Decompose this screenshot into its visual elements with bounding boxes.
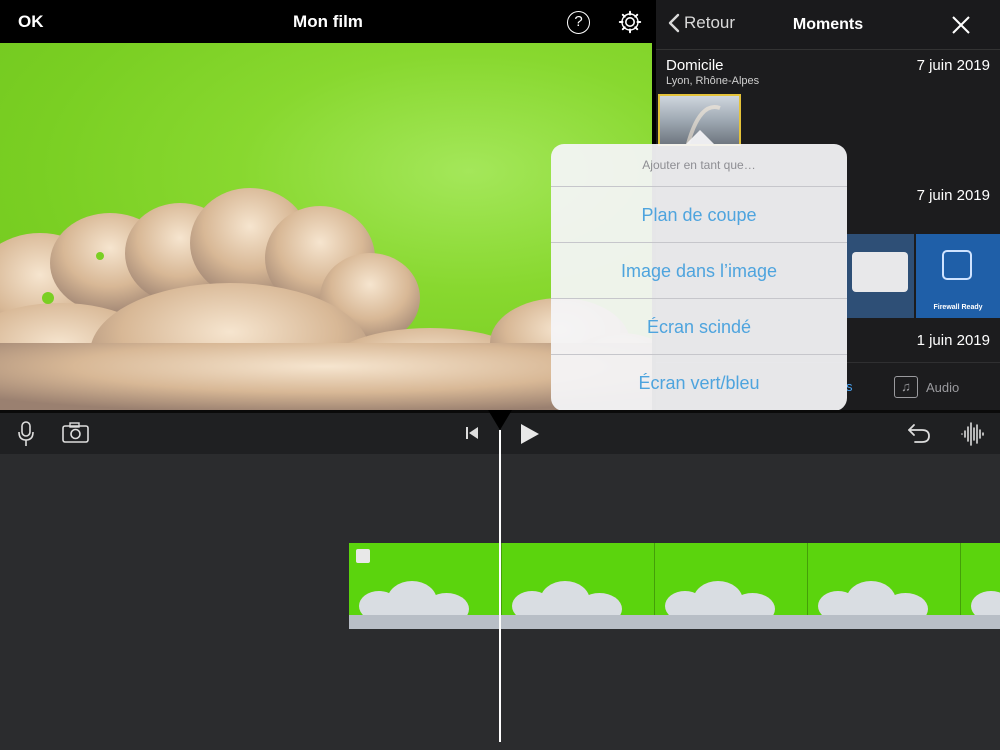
option-cutaway[interactable]: Plan de coupe (551, 187, 847, 243)
video-clip[interactable] (349, 543, 1000, 629)
clip-ground (349, 615, 1000, 629)
music-note-icon: ♫ (894, 376, 918, 398)
add-as-popover: Ajouter en tant que… Plan de coupe Image… (551, 130, 847, 411)
playhead-marker (488, 410, 512, 430)
waveform-icon[interactable] (960, 421, 986, 447)
option-picture-in-picture[interactable]: Image dans l’image (551, 243, 847, 299)
moment-date: 7 juin 2019 (916, 187, 990, 204)
thumbnail-caption: Firewall Ready (933, 304, 983, 311)
media-thumbnail[interactable] (846, 234, 914, 318)
project-title: Mon film (293, 12, 363, 31)
popover-title: Ajouter en tant que… (551, 144, 847, 187)
moment-date: 7 juin 2019 (916, 57, 990, 74)
editor-toolbar: OK Mon film ? (0, 0, 656, 43)
tab-audio-label: Audio (926, 379, 960, 395)
play-icon[interactable] (519, 422, 541, 446)
popover-arrow (686, 130, 714, 144)
option-split-screen[interactable]: Écran scindé (551, 299, 847, 355)
tab-audio[interactable]: ♫ Audio (894, 376, 959, 398)
help-icon[interactable]: ? (567, 11, 590, 34)
moment-section: Domicile Lyon, Rhône-Alpes 7 juin 2019 (666, 57, 990, 87)
close-icon[interactable] (950, 14, 972, 36)
skip-to-start-icon[interactable] (464, 425, 480, 441)
option-green-blue-screen[interactable]: Écran vert/bleu (551, 355, 847, 411)
devices-icon (942, 250, 972, 280)
clip-type-icon (356, 549, 370, 563)
camera-icon[interactable] (62, 422, 89, 443)
moment-date: 1 juin 2019 (916, 332, 990, 349)
media-thumbnail[interactable]: Firewall Ready (916, 234, 1000, 318)
panel-title: Moments (792, 16, 864, 33)
moment-location: Lyon, Rhône-Alpes (666, 75, 760, 87)
microphone-icon[interactable] (17, 421, 35, 447)
gear-icon[interactable] (618, 10, 642, 34)
panel-header: Retour Moments (656, 0, 1000, 50)
playhead-line (499, 430, 501, 742)
undo-icon[interactable] (906, 421, 932, 445)
dialog-screenshot-image (852, 252, 908, 292)
